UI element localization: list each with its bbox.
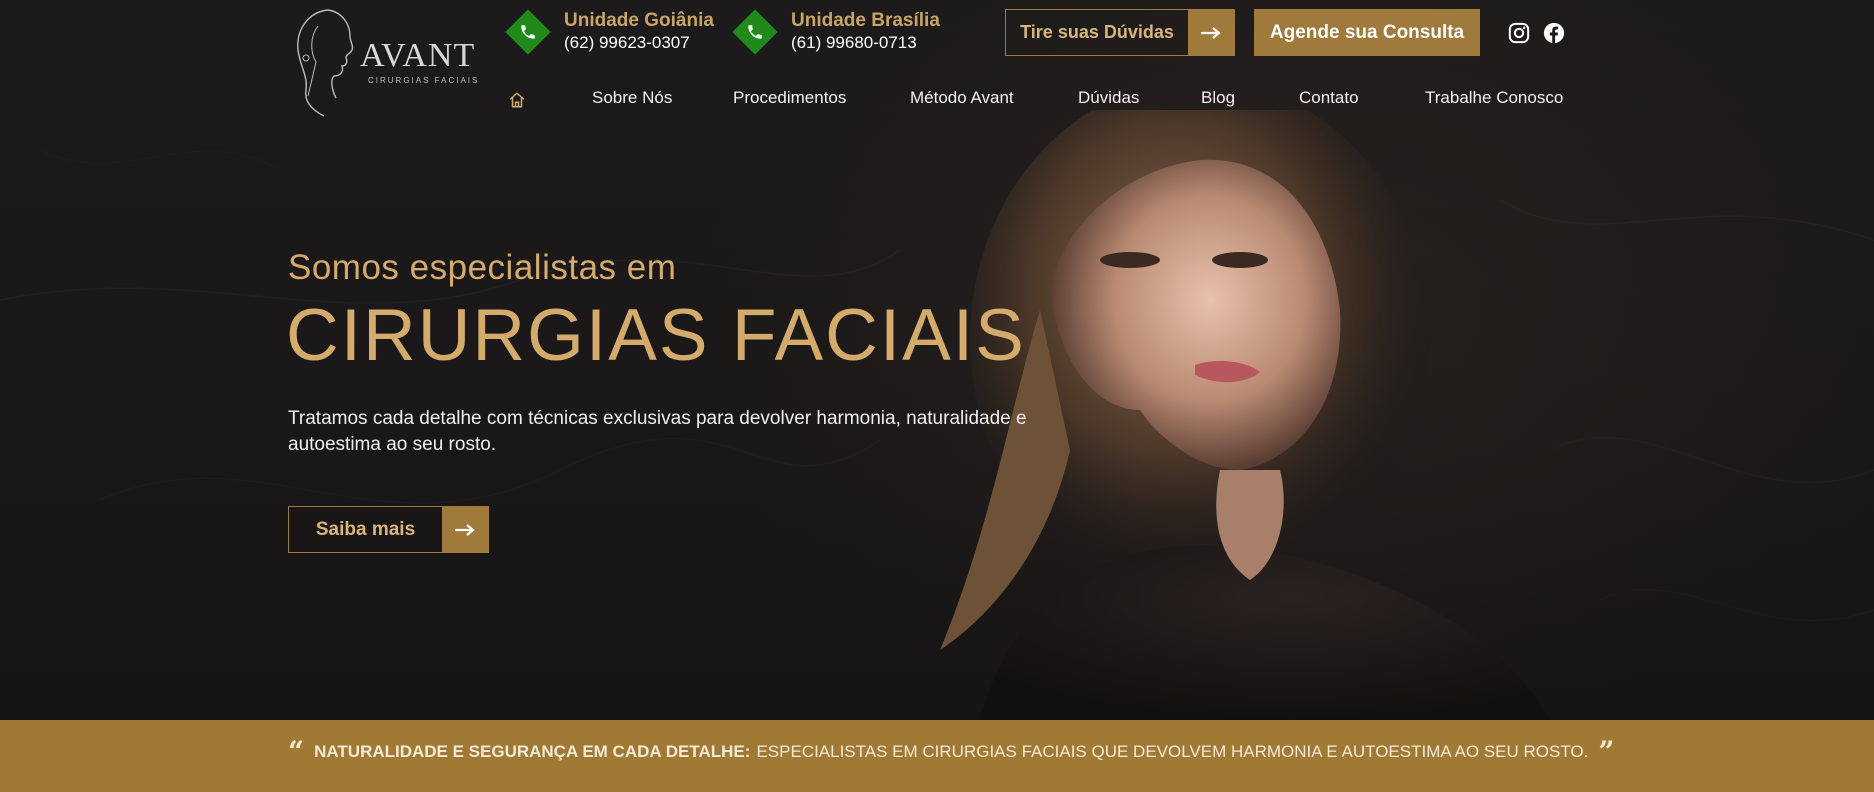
saiba-mais-button[interactable]: Saiba mais (288, 506, 489, 553)
avant-logo[interactable]: AVANT CIRURGIAS FACIAIS (288, 6, 484, 118)
nav-item-contato[interactable]: Contato (1299, 88, 1359, 108)
banner-strong-text: NATURALIDADE E SEGURANÇA EM CADA DETALHE… (314, 742, 751, 761)
agende-consulta-button[interactable]: Agende sua Consulta (1254, 9, 1480, 56)
unit-brasilia-phone[interactable]: (61) 99680-0713 (791, 32, 940, 54)
nav-item-blog[interactable]: Blog (1201, 88, 1235, 108)
nav-item-procedimentos[interactable]: Procedimentos (733, 88, 846, 108)
page: AVANT CIRURGIAS FACIAIS Unidade Goiânia … (0, 0, 1874, 792)
logo-tagline: CIRURGIAS FACIAIS (368, 76, 479, 85)
open-quote-icon: “ (288, 735, 305, 768)
nav-item-sobre-nos[interactable]: Sobre Nós (592, 88, 672, 108)
slogan-banner: “ NATURALIDADE E SEGURANÇA EM CADA DETAL… (0, 720, 1874, 792)
logo-wordmark: AVANT (360, 37, 475, 74)
hero-headline: CIRURGIAS FACIAIS (286, 295, 1026, 376)
saiba-mais-label: Saiba mais (315, 518, 416, 540)
nav-item-duvidas[interactable]: Dúvidas (1078, 88, 1139, 108)
unit-goiania-title: Unidade Goiânia (564, 10, 714, 31)
unit-goiania[interactable]: Unidade Goiânia (62) 99623-0307 (505, 9, 714, 55)
facebook-icon[interactable] (1543, 22, 1565, 44)
home-icon[interactable] (508, 91, 526, 109)
arrow-right-icon (1188, 10, 1234, 55)
phone-icon (732, 9, 778, 55)
unit-goiania-phone[interactable]: (62) 99623-0307 (564, 32, 714, 54)
tire-duvidas-button[interactable]: Tire suas Dúvidas (1005, 9, 1235, 56)
arrow-right-icon (442, 507, 488, 552)
unit-brasilia[interactable]: Unidade Brasília (61) 99680-0713 (732, 9, 940, 55)
banner-text: ESPECIALISTAS EM CIRURGIAS FACIAIS QUE D… (756, 742, 1589, 761)
hero-description: Tratamos cada detalhe com técnicas exclu… (288, 408, 1027, 455)
tire-duvidas-label: Tire suas Dúvidas (1020, 22, 1174, 42)
hero-kicker: Somos especialistas em (288, 248, 677, 287)
close-quote-icon: ” (1598, 735, 1615, 768)
nav-item-metodo-avant[interactable]: Método Avant (910, 88, 1014, 108)
phone-icon (505, 9, 551, 55)
unit-brasilia-title: Unidade Brasília (791, 10, 940, 31)
instagram-icon[interactable] (1508, 22, 1530, 44)
nav-item-trabalhe-conosco[interactable]: Trabalhe Conosco (1425, 88, 1563, 108)
